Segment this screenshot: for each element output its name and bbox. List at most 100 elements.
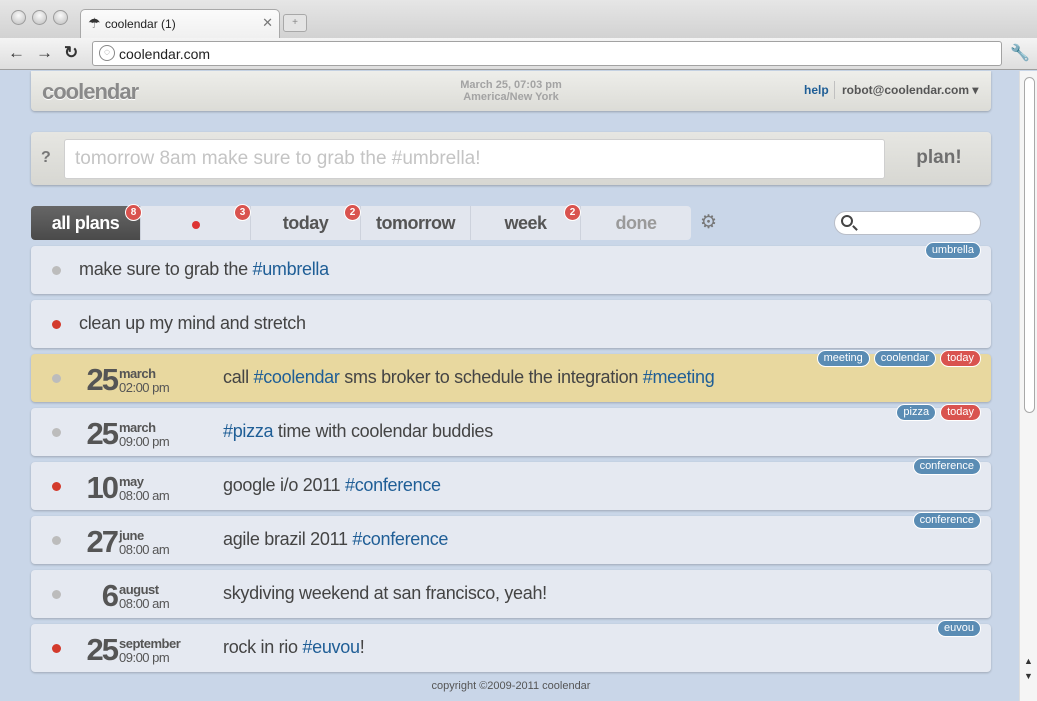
- app-header: coolendar March 25, 07:03 pm America/New…: [31, 71, 991, 111]
- priority-dot[interactable]: [52, 482, 61, 491]
- search-box: [834, 211, 981, 235]
- forward-arrow-icon[interactable]: →: [36, 43, 53, 63]
- tab-urgent[interactable]: 3: [141, 204, 251, 240]
- count-badge: 2: [344, 204, 361, 221]
- plan-text-part: time with coolendar buddies: [273, 421, 493, 441]
- priority-dot[interactable]: [52, 536, 61, 545]
- today-label[interactable]: today: [940, 404, 981, 421]
- page-scrollbar[interactable]: ▲ ▼: [1019, 71, 1037, 701]
- plan-item[interactable]: 25 march 02:00 pm call #coolendar sms br…: [31, 350, 991, 402]
- date-time: 02:00 pm: [119, 380, 170, 395]
- tab-all-plans[interactable]: all plans 8: [31, 204, 142, 240]
- date-day: 25: [86, 362, 119, 397]
- plan-text-part: call: [223, 367, 254, 387]
- user-menu[interactable]: robot@coolendar.com ▾: [842, 83, 978, 97]
- priority-dot[interactable]: [52, 590, 61, 599]
- browser-tab-bar: ☂ coolendar (1) ✕ +: [0, 0, 1037, 38]
- hashtag-link[interactable]: #euvou: [302, 637, 360, 657]
- date-month: september: [119, 636, 181, 651]
- plan-item[interactable]: 25 march 09:00 pm #pizza time with coole…: [31, 404, 991, 456]
- plan-labels: umbrella: [924, 242, 981, 259]
- label-tag[interactable]: euvou: [937, 620, 981, 637]
- plan-item[interactable]: 25 september 09:00 pm rock in rio #euvou…: [31, 620, 991, 672]
- today-label[interactable]: today: [940, 350, 981, 367]
- search-input[interactable]: [859, 214, 974, 232]
- reload-icon[interactable]: ↻: [64, 43, 78, 63]
- count-badge: 3: [234, 204, 251, 221]
- plan-text: rock in rio #euvou!: [223, 637, 365, 658]
- tab-week[interactable]: week 2: [471, 204, 581, 240]
- plan-text: google i/o 2011 #conference: [223, 475, 441, 496]
- plan-text-part: make sure to grab the: [79, 259, 253, 279]
- hashtag-link[interactable]: #conference: [352, 529, 448, 549]
- count-badge: 2: [564, 204, 581, 221]
- plan-item[interactable]: 27 june 08:00 am agile brazil 2011 #conf…: [31, 512, 991, 564]
- address-bar[interactable]: ◌ coolendar.com: [92, 41, 1002, 66]
- priority-dot[interactable]: [52, 428, 61, 437]
- plan-text: make sure to grab the #umbrella: [79, 259, 329, 280]
- date-month: march: [119, 366, 156, 381]
- label-tag[interactable]: coolendar: [873, 350, 937, 367]
- new-tab-button[interactable]: +: [283, 14, 307, 32]
- quick-add-help[interactable]: ?: [41, 149, 51, 167]
- date-time: 08:00 am: [119, 542, 170, 557]
- browser-tab[interactable]: ☂ coolendar (1) ✕: [80, 9, 280, 38]
- tab-done[interactable]: done: [581, 206, 691, 240]
- scroll-thumb[interactable]: [1024, 77, 1035, 413]
- plan-text-part: google i/o 2011: [223, 475, 345, 495]
- label-tag[interactable]: conference: [912, 512, 981, 529]
- hashtag-link[interactable]: #pizza: [223, 421, 274, 441]
- tab-today[interactable]: today 2: [251, 204, 361, 240]
- plan-text: skydiving weekend at san francisco, yeah…: [223, 583, 547, 603]
- label-tag[interactable]: meeting: [816, 350, 870, 367]
- filter-tabs: all plans 8 3 today 2 tomorrow week 2 do…: [31, 204, 691, 240]
- window-close-button[interactable]: [11, 10, 26, 25]
- date-month: june: [119, 528, 144, 543]
- plan-text: call #coolendar sms broker to schedule t…: [223, 367, 715, 388]
- date-day: 25: [86, 632, 119, 667]
- tab-label: today: [282, 213, 329, 233]
- plan-input[interactable]: [64, 139, 885, 179]
- close-tab-icon[interactable]: ✕: [262, 15, 273, 31]
- priority-dot[interactable]: [52, 266, 61, 275]
- date-day: 25: [86, 416, 119, 451]
- label-tag[interactable]: umbrella: [924, 242, 981, 259]
- tab-label: tomorrow: [376, 213, 456, 233]
- priority-dot[interactable]: [52, 374, 61, 383]
- globe-icon: ◌: [99, 45, 115, 61]
- scroll-down-icon[interactable]: ▼: [1024, 671, 1033, 681]
- plan-labels: conference: [912, 512, 981, 529]
- priority-dot[interactable]: [52, 644, 61, 653]
- plan-button[interactable]: plan!: [899, 147, 979, 169]
- tab-title: coolendar (1): [105, 17, 176, 31]
- window-zoom-button[interactable]: [53, 10, 68, 25]
- header-divider: [834, 81, 835, 99]
- hashtag-link[interactable]: #coolendar: [254, 367, 340, 387]
- priority-dot[interactable]: [52, 320, 61, 329]
- label-tag[interactable]: pizza: [896, 404, 937, 421]
- current-datetime: March 25, 07:03 pm America/New York: [411, 79, 611, 103]
- back-arrow-icon[interactable]: ←: [8, 43, 25, 63]
- gear-icon[interactable]: ⚙: [700, 211, 717, 234]
- umbrella-icon: ☂: [88, 15, 101, 31]
- hashtag-link[interactable]: #conference: [345, 475, 441, 495]
- hashtag-link[interactable]: #umbrella: [253, 259, 330, 279]
- date-month: march: [119, 420, 156, 435]
- hashtag-link[interactable]: #meeting: [643, 367, 715, 387]
- tab-label: done: [615, 213, 658, 233]
- wrench-icon[interactable]: 🔧: [1010, 43, 1030, 63]
- window-minimize-button[interactable]: [32, 10, 47, 25]
- plan-item[interactable]: clean up my mind and stretch: [31, 300, 991, 348]
- scroll-up-icon[interactable]: ▲: [1024, 656, 1033, 666]
- plan-item[interactable]: 10 may 08:00 am google i/o 2011 #confere…: [31, 458, 991, 510]
- plan-item[interactable]: 6 august 08:00 am skydiving weekend at s…: [31, 570, 991, 618]
- plan-labels: euvou: [937, 620, 981, 637]
- plan-item[interactable]: make sure to grab the #umbrella umbrella: [31, 242, 991, 294]
- logo[interactable]: coolendar: [42, 79, 139, 105]
- tab-tomorrow[interactable]: tomorrow: [361, 206, 471, 240]
- date-time: 09:00 pm: [119, 650, 170, 665]
- help-link[interactable]: help: [804, 83, 829, 97]
- label-tag[interactable]: conference: [912, 458, 981, 475]
- date-month: may: [119, 474, 144, 489]
- url-text[interactable]: coolendar.com: [119, 46, 210, 62]
